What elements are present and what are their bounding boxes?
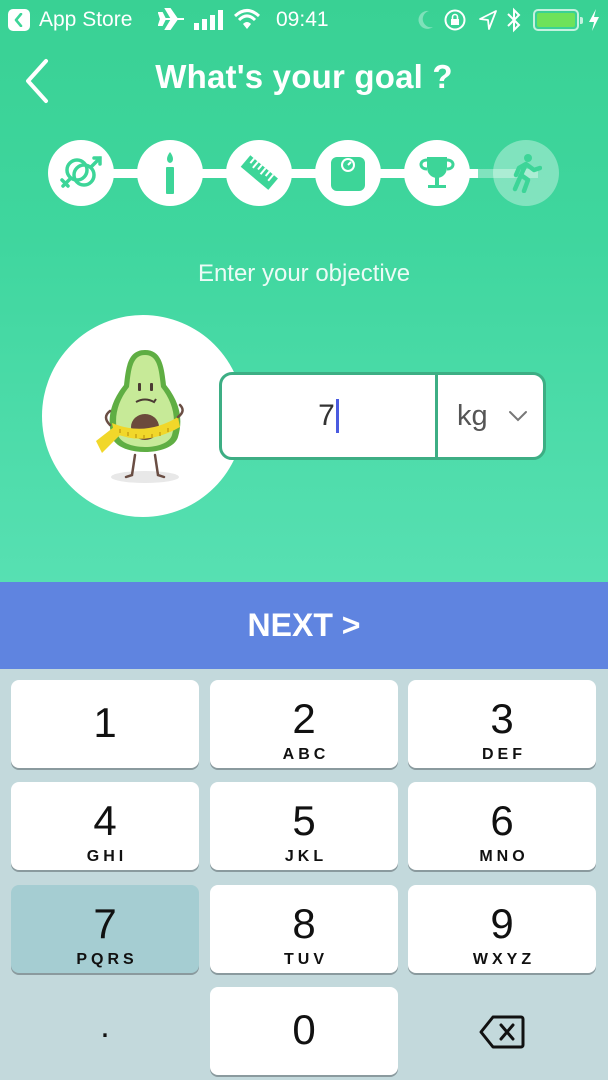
key-letters: DEF bbox=[482, 746, 526, 763]
goal-value-text: 7 bbox=[318, 399, 335, 432]
unit-dropdown[interactable]: kg bbox=[438, 375, 543, 457]
key-digit: 8 bbox=[292, 900, 316, 947]
step-height[interactable] bbox=[226, 140, 292, 206]
step-goal[interactable] bbox=[404, 140, 470, 206]
key-8[interactable]: 8 TUV bbox=[210, 885, 398, 973]
key-letters: PQRS bbox=[76, 951, 138, 968]
clock-time: 09:41 bbox=[276, 8, 329, 31]
key-digit: 5 bbox=[292, 797, 316, 844]
signal-icon bbox=[194, 10, 224, 36]
step-weight[interactable] bbox=[315, 140, 381, 206]
form-subtitle: Enter your objective bbox=[197, 260, 411, 287]
key-letters: TUV bbox=[284, 951, 328, 968]
step-gender[interactable] bbox=[48, 140, 114, 206]
birthday-candle-icon bbox=[166, 152, 174, 194]
battery-tip bbox=[580, 17, 583, 24]
scale-icon bbox=[331, 157, 365, 191]
illustration-circle bbox=[42, 315, 244, 517]
key-digit: 4 bbox=[93, 797, 117, 844]
status-bar: App Store 09:41 bbox=[0, 0, 608, 40]
backspace-icon bbox=[479, 1015, 525, 1049]
key-digit: 7 bbox=[93, 900, 117, 947]
key-digit: 0 bbox=[292, 1006, 316, 1053]
bluetooth-icon bbox=[506, 7, 522, 39]
key-decimal[interactable]: . bbox=[11, 987, 199, 1075]
key-delete[interactable] bbox=[408, 987, 596, 1075]
wifi-icon bbox=[233, 8, 261, 36]
key-0[interactable]: 0 bbox=[210, 987, 398, 1075]
back-app-icon[interactable] bbox=[8, 9, 30, 31]
key-letters: GHI bbox=[86, 848, 128, 865]
numeric-keypad: 1 2 ABC 3 DEF 4 GHI 5 JKL 6 MNO 7 PQRS 8… bbox=[0, 669, 608, 1080]
goal-value-input[interactable]: 7 bbox=[222, 375, 438, 457]
key-digit: 6 bbox=[490, 797, 514, 844]
charging-icon bbox=[587, 8, 601, 38]
progress-stepper bbox=[48, 140, 560, 206]
key-letters: WXYZ bbox=[472, 951, 536, 968]
key-5[interactable]: 5 JKL bbox=[210, 782, 398, 870]
key-9[interactable]: 9 WXYZ bbox=[408, 885, 596, 973]
step-activity[interactable] bbox=[493, 140, 559, 206]
key-digit: 2 bbox=[292, 695, 316, 742]
rotation-lock-icon bbox=[443, 8, 467, 38]
key-1[interactable]: 1 bbox=[11, 680, 199, 768]
key-3[interactable]: 3 DEF bbox=[408, 680, 596, 768]
trophy-icon bbox=[419, 157, 455, 188]
airplane-icon bbox=[157, 7, 186, 37]
gender-icon bbox=[60, 156, 102, 188]
key-digit: . bbox=[100, 1007, 110, 1045]
next-button[interactable]: NEXT > bbox=[0, 582, 608, 669]
page-title: What's your goal ? bbox=[155, 58, 453, 95]
unit-selected-value: kg bbox=[457, 399, 488, 432]
avocado-illustration bbox=[96, 350, 184, 483]
text-caret bbox=[335, 399, 339, 433]
key-4[interactable]: 4 GHI bbox=[11, 782, 199, 870]
key-letters: JKL bbox=[284, 848, 328, 865]
location-icon bbox=[478, 9, 498, 37]
key-letters: ABC bbox=[282, 746, 330, 763]
step-age[interactable] bbox=[137, 140, 203, 206]
chevron-down-icon bbox=[508, 411, 527, 422]
ruler-icon bbox=[240, 155, 278, 190]
goal-input-group: 7 kg bbox=[219, 372, 546, 460]
back-app-label[interactable]: App Store bbox=[39, 8, 132, 32]
key-digit: 1 bbox=[93, 699, 117, 746]
key-letters: MNO bbox=[479, 848, 529, 865]
key-digit: 9 bbox=[490, 900, 514, 947]
key-2[interactable]: 2 ABC bbox=[210, 680, 398, 768]
key-digit: 3 bbox=[490, 695, 514, 742]
key-6[interactable]: 6 MNO bbox=[408, 782, 596, 870]
running-person-icon bbox=[512, 154, 542, 193]
key-7[interactable]: 7 PQRS bbox=[11, 885, 199, 973]
moon-icon bbox=[415, 9, 435, 37]
battery-icon bbox=[533, 9, 579, 31]
